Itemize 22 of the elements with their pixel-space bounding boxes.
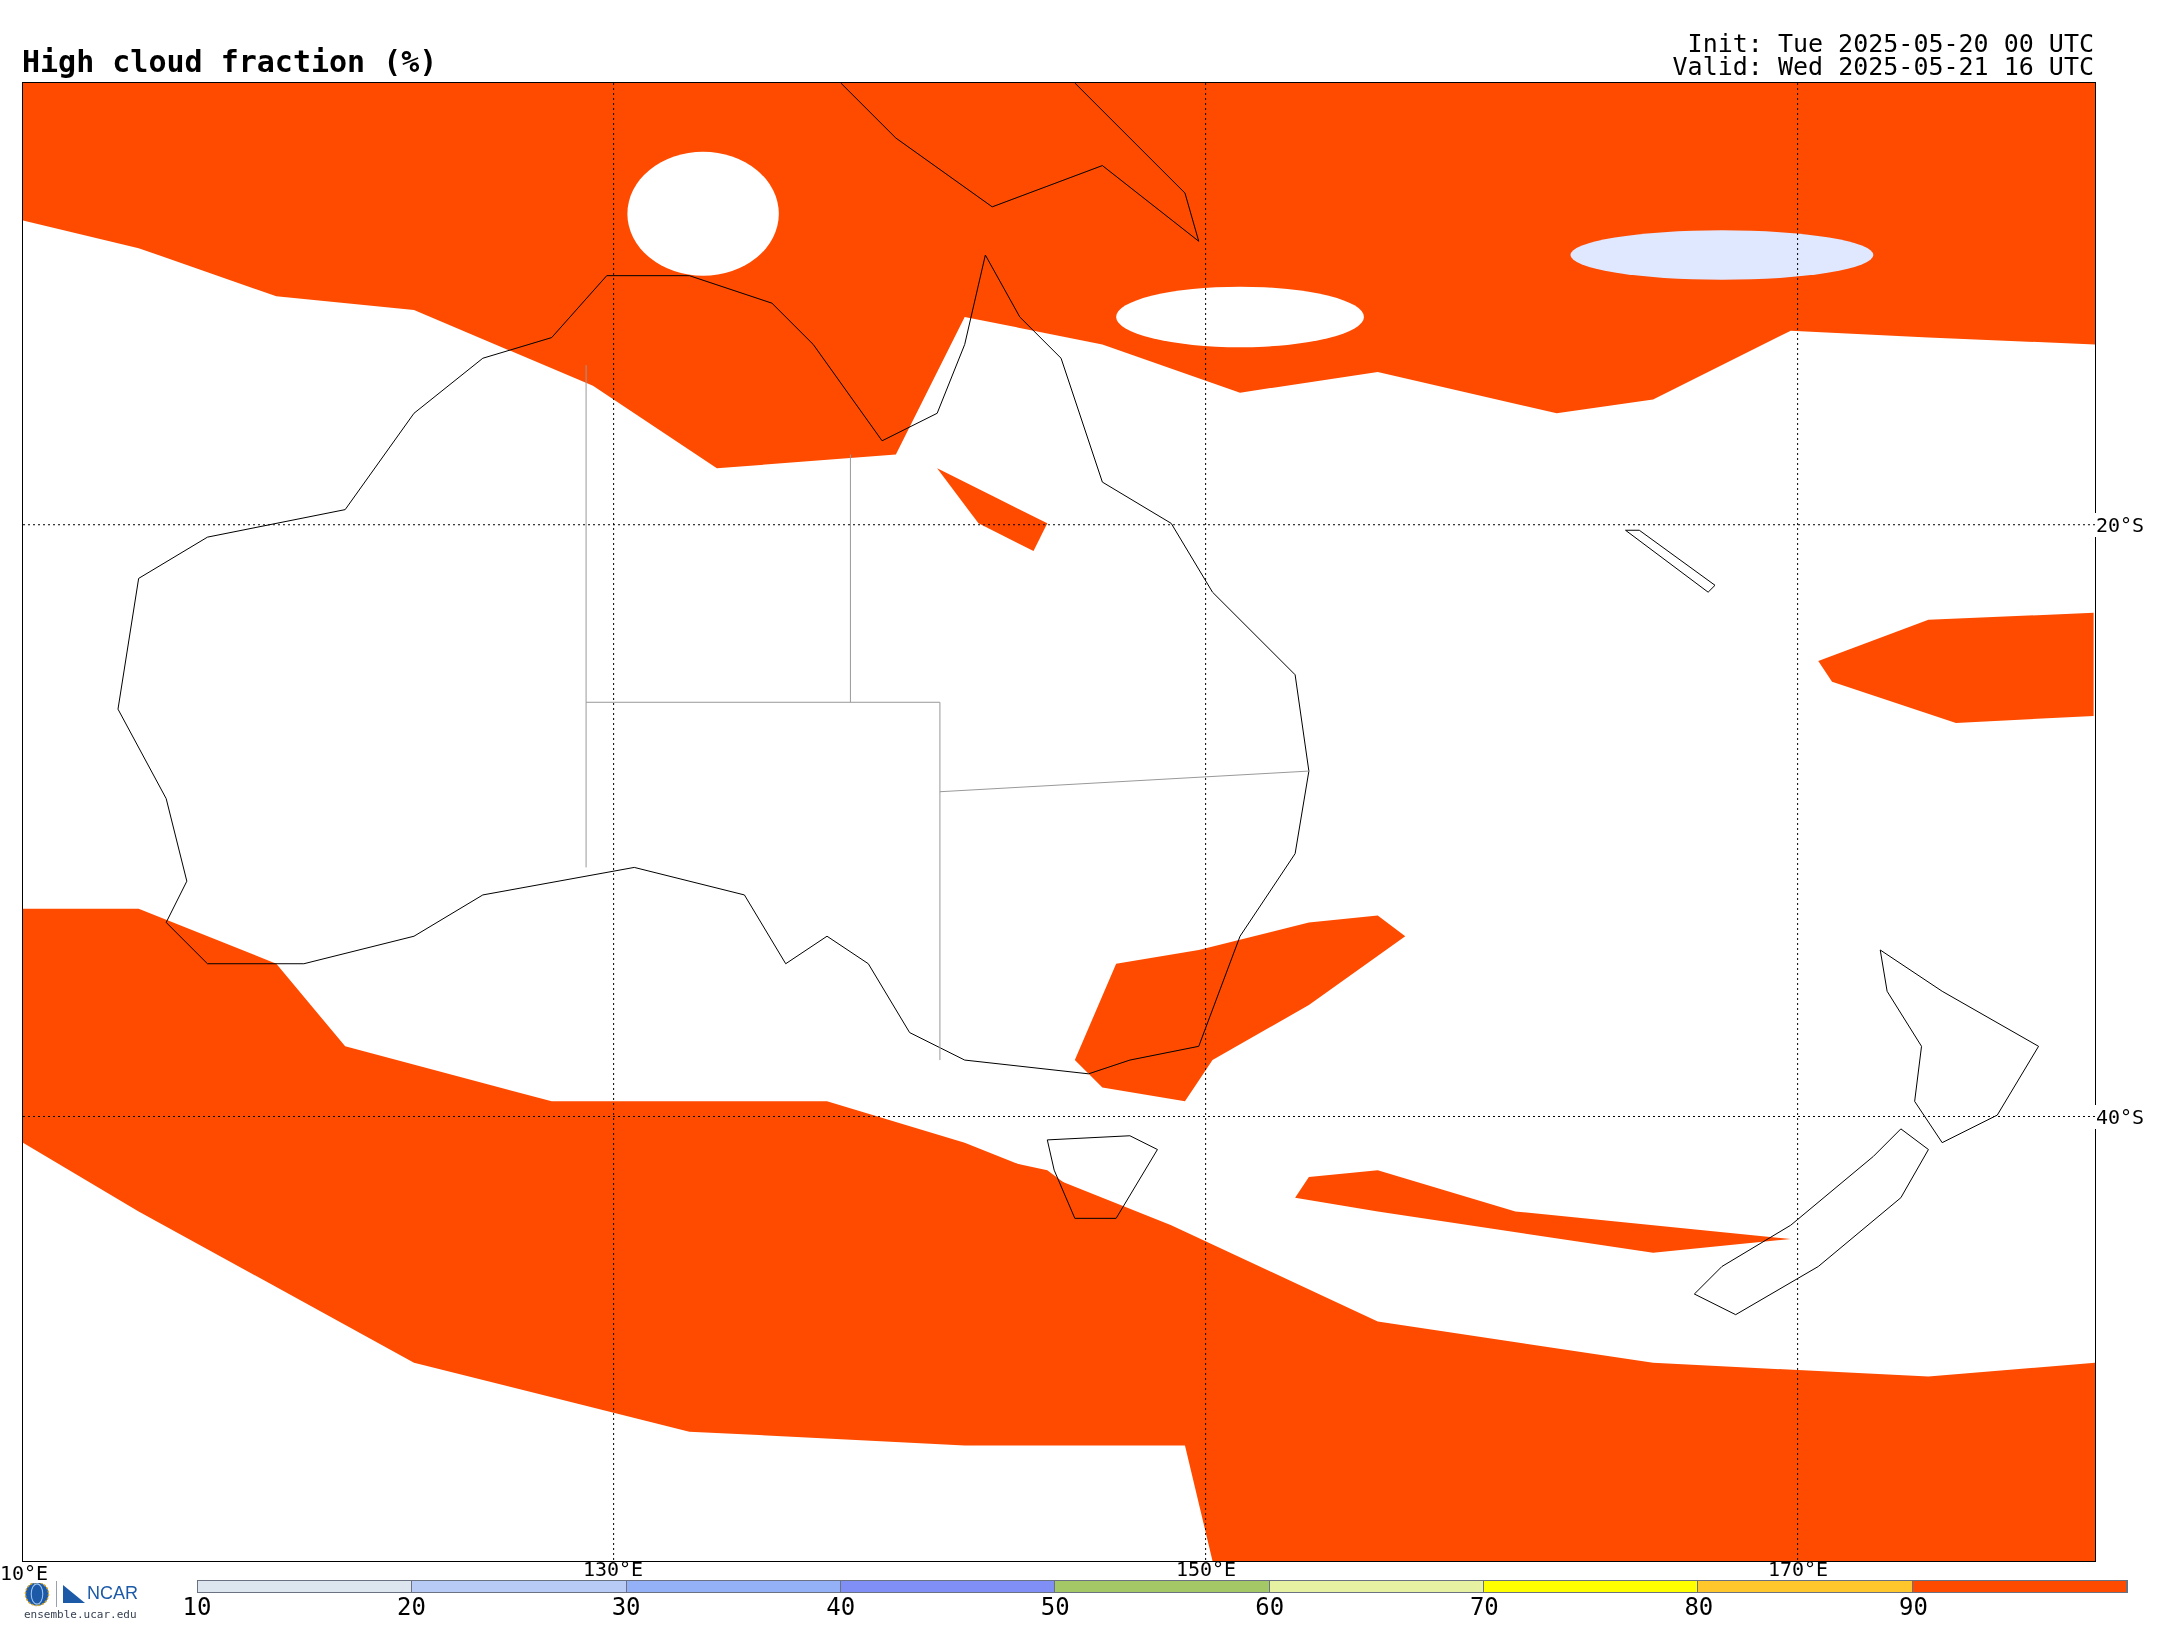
colorbar-label: 20 xyxy=(397,1593,426,1621)
longitude-label: 130°E xyxy=(582,1558,644,1580)
colorbar-label: 70 xyxy=(1469,1593,1499,1621)
latitude-label: 20°S xyxy=(2095,513,2145,537)
wedge-logo-icon xyxy=(63,1584,85,1603)
init-time: Init: Tue 2025-05-20 00 UTC xyxy=(1687,32,2094,55)
longitude-label: 10°E xyxy=(0,1563,49,1583)
logo-text: NCAR xyxy=(87,1582,138,1605)
colorbar-label: 60 xyxy=(1255,1593,1285,1621)
chart-title: High cloud fraction (%) xyxy=(22,46,438,78)
colorbar-label: 90 xyxy=(1899,1593,1928,1621)
longitude-label: 150°E xyxy=(1175,1558,1237,1580)
longitude-label: 170°E xyxy=(1767,1558,1829,1580)
colorbar-label: 30 xyxy=(611,1593,641,1621)
latitude-label: 40°S xyxy=(2095,1105,2145,1129)
colorbar-label: 50 xyxy=(1040,1593,1070,1621)
colorbar-label: 10 xyxy=(182,1593,212,1621)
colorbar-label: 80 xyxy=(1684,1593,1714,1621)
globe-logo-icon xyxy=(24,1580,50,1607)
site-url: ensemble.ucar.edu xyxy=(24,1608,137,1622)
colorbar-label: 40 xyxy=(826,1593,856,1621)
valid-time: Valid: Wed 2025-05-21 16 UTC xyxy=(1672,55,2094,78)
